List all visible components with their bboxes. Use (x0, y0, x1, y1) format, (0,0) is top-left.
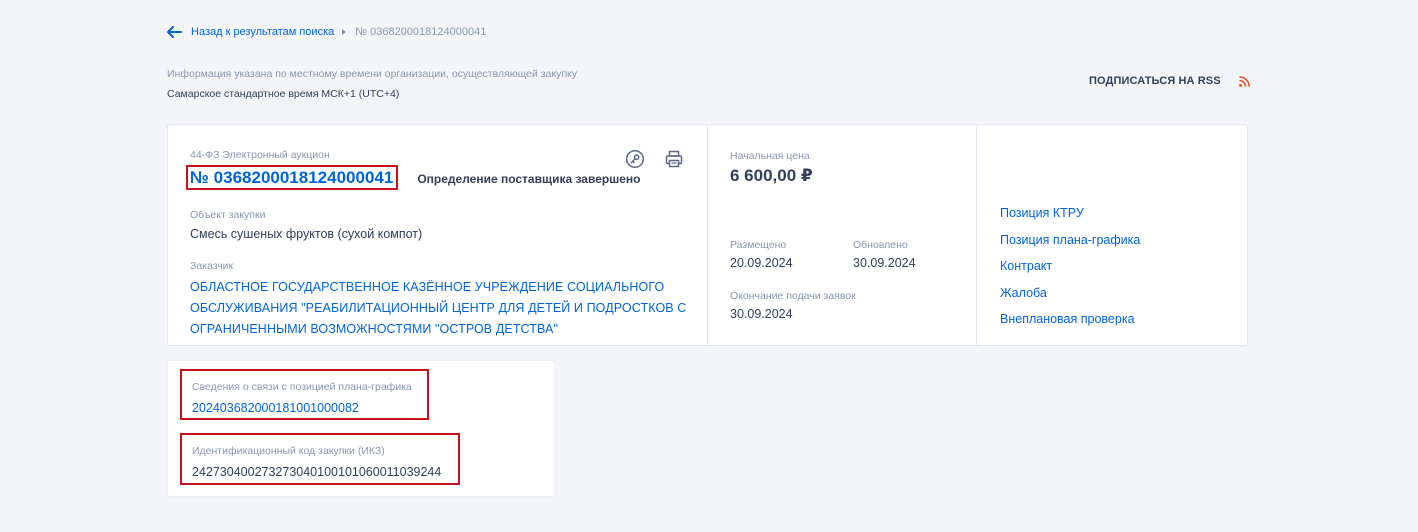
plan-ikz-card: Сведения о связи с позицией плана-график… (167, 360, 555, 497)
related-links-column: Позиция КТРУ Позиция плана-графика Контр… (977, 125, 1247, 345)
link-complaint[interactable]: Жалоба (1000, 285, 1247, 302)
deadline-label: Окончание подачи заявок (730, 290, 856, 302)
ikz-label: Идентификационный код закупки (ИКЗ) (192, 445, 385, 457)
purchase-number-link[interactable]: № 0368200018124000041 (186, 165, 399, 190)
price-value: 6 600,00 ₽ (730, 166, 813, 185)
link-unscheduled-inspection[interactable]: Внеплановая проверка (1000, 311, 1247, 328)
deadline-value: 30.09.2024 (730, 307, 793, 321)
customer-name-link[interactable]: ОБЛАСТНОЕ ГОСУДАРСТВЕННОЕ КАЗЁННОЕ УЧРЕЖ… (190, 277, 690, 340)
placed-label: Размещено (730, 239, 787, 251)
customer: Заказчик ОБЛАСТНОЕ ГОСУДАРСТВЕННОЕ КАЗЁН… (190, 259, 707, 340)
price-label: Начальная цена (730, 150, 810, 162)
breadcrumb-current: № 0368200018124000041 (355, 26, 487, 38)
updated-label: Обновлено (853, 239, 908, 251)
updated-value: 30.09.2024 (853, 256, 916, 270)
arrow-left-icon (167, 26, 182, 38)
updated-date: Обновлено 30.09.2024 (853, 238, 976, 272)
breadcrumb-separator-icon (342, 29, 347, 35)
rss-subscribe-button[interactable]: ПОДПИСАТЬСЯ НА RSS (1089, 75, 1250, 87)
rss-icon (1238, 75, 1250, 87)
ikz-block: Идентификационный код закупки (ИКЗ) 2427… (180, 433, 460, 485)
price-dates-column: Начальная цена 6 600,00 ₽ Размещено 20.0… (708, 125, 977, 345)
print-icon[interactable] (664, 149, 684, 169)
breadcrumb: Назад к результатам поиска № 03682000181… (167, 24, 486, 40)
key-icon[interactable] (625, 149, 645, 169)
dates-row: Размещено 20.09.2024 Обновлено 30.09.202… (730, 238, 976, 272)
timezone-label: Информация указана по местному времени о… (167, 68, 578, 80)
ikz-value: 242730400273273040100101060011039244 (192, 465, 442, 479)
card-actions (625, 149, 684, 169)
purchase-card: 44-ФЗ Электронный аукцион № 036820001812… (167, 124, 1248, 346)
link-ktru-position[interactable]: Позиция КТРУ (1000, 205, 1247, 222)
purchase-object: Объект закупки Смесь сушеных фруктов (су… (190, 208, 707, 243)
object-label: Объект закупки (190, 209, 266, 221)
object-value: Смесь сушеных фруктов (сухой компот) (190, 227, 423, 241)
plan-position-block: Сведения о связи с позицией плана-график… (180, 369, 429, 420)
plan-position-link[interactable]: 202403682000181001000082 (192, 400, 427, 417)
timezone-info: Информация указана по местному времени о… (167, 67, 577, 101)
purchase-status: Определение поставщика завершено (417, 172, 641, 186)
customer-label: Заказчик (190, 260, 234, 272)
plan-label: Сведения о связи с позицией плана-график… (192, 381, 412, 393)
purchase-info-column: 44-ФЗ Электронный аукцион № 036820001812… (168, 125, 708, 345)
back-link-label: Назад к результатам поиска (191, 26, 335, 38)
back-to-results-link[interactable]: Назад к результатам поиска (167, 26, 334, 38)
timezone-value: Самарское стандартное время МСК+1 (UTC+4… (167, 88, 400, 100)
rss-label: ПОДПИСАТЬСЯ НА RSS (1089, 75, 1221, 87)
link-plan-position[interactable]: Позиция плана-графика (1000, 232, 1247, 249)
deadline-date: Окончание подачи заявок 30.09.2024 (730, 289, 976, 323)
placed-date: Размещено 20.09.2024 (730, 238, 853, 272)
placed-value: 20.09.2024 (730, 256, 793, 270)
link-contract[interactable]: Контракт (1000, 258, 1247, 275)
